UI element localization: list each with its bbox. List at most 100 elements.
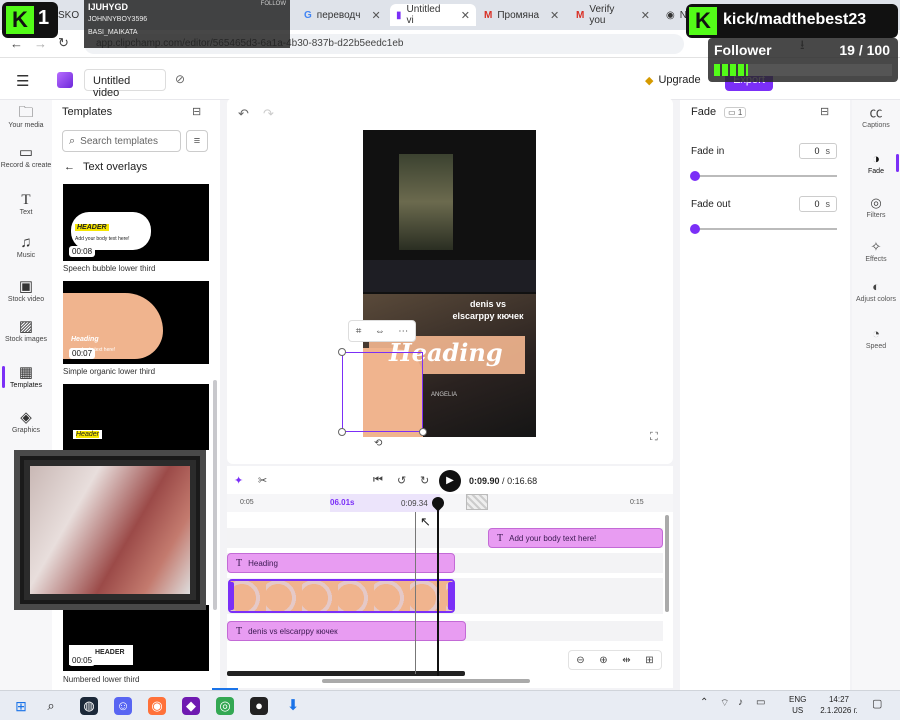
wifi-icon[interactable]: ⌔ <box>720 697 729 710</box>
fullscreen-icon[interactable]: ⛶ <box>650 431 658 444</box>
search-icon[interactable]: ⌕ <box>42 697 60 715</box>
text-clip-heading[interactable]: T Heading <box>227 553 455 573</box>
timeline-scrollbar[interactable] <box>322 679 530 683</box>
firefox-icon[interactable]: ◉ <box>148 697 166 715</box>
collapse-panel-icon[interactable]: ⊟ <box>192 105 201 118</box>
language-indicator[interactable]: ENG US <box>789 694 806 716</box>
right-tool-rail <box>852 100 900 690</box>
template-thumbnail[interactable]: Heading your body text here! 00:07 <box>63 281 209 364</box>
rail-fade-active[interactable]: ◑ Fade <box>852 150 900 175</box>
rail-stock-video[interactable]: ▣ Stock video <box>0 278 52 303</box>
rail-speed[interactable]: ◔ Speed <box>852 325 900 350</box>
zoom-controls: ⊖ ⊕ ⇹ ⊞ <box>568 650 662 670</box>
resize-handle[interactable] <box>338 348 346 356</box>
battery-icon[interactable]: ▭ <box>756 697 765 708</box>
project-title-field[interactable]: Untitled video <box>84 69 166 99</box>
browser-tab[interactable]: M Verify you ✕ <box>570 4 656 26</box>
zoom-out-icon[interactable]: ⊖ <box>576 655 584 666</box>
filter-icon[interactable]: ≡ <box>186 130 208 152</box>
more-icon[interactable]: ⋯ <box>398 326 408 337</box>
reload-icon[interactable]: ↻ <box>58 35 69 51</box>
template-thumbnail[interactable]: HEADER 00:05 <box>63 605 209 671</box>
browser-tab[interactable]: G переводч ✕ <box>298 4 388 26</box>
crop-icon[interactable]: ⌗ <box>356 326 362 337</box>
fade-in-slider-track[interactable] <box>695 175 837 177</box>
scissors-icon[interactable]: ✂ <box>258 474 267 487</box>
clock-date: 2.1.2026 г. <box>820 706 858 715</box>
volume-icon[interactable]: ♪ <box>738 697 743 708</box>
timeline-settings-icon[interactable]: ⊞ <box>645 655 653 666</box>
selection-box[interactable] <box>342 352 423 432</box>
panel-scrollbar[interactable] <box>213 380 217 610</box>
fade-out-slider-knob[interactable] <box>690 224 700 234</box>
rotate-icon[interactable]: ⟲ <box>374 438 382 449</box>
fit-icon[interactable]: ⇔ <box>375 326 385 337</box>
timeline-vertical-scrollbar[interactable] <box>665 515 669 612</box>
clock[interactable]: 14:27 2.1.2026 г. <box>814 694 864 716</box>
close-tab-icon[interactable]: ✕ <box>461 9 470 22</box>
sparkle-icon[interactable]: ✦ <box>234 474 243 487</box>
cloud-off-icon[interactable]: ⊘ <box>175 72 185 86</box>
skip-back-icon[interactable]: ⏮ <box>373 474 383 487</box>
rail-captions[interactable]: ㏄ Captions <box>852 104 900 129</box>
timeline-ruler[interactable] <box>227 494 673 512</box>
rail-music[interactable]: ♫ Music <box>0 234 52 259</box>
rail-filters[interactable]: ◎ Filters <box>852 194 900 219</box>
back-to-category-link[interactable]: ← Text overlays <box>64 161 147 173</box>
text-clip-title[interactable]: T denis vs elscarppy кючек <box>227 621 466 641</box>
chrome-icon[interactable]: ◎ <box>216 697 234 715</box>
discord-icon[interactable]: ☺ <box>114 697 132 715</box>
fade-out-slider-track[interactable] <box>695 228 837 230</box>
hover-line <box>415 512 416 674</box>
redo-icon[interactable]: ↷ <box>263 106 274 122</box>
steam-icon[interactable]: ◍ <box>80 697 98 715</box>
template-thumbnail[interactable]: Header <box>63 384 209 450</box>
notification-icon[interactable]: ▢ <box>872 697 882 710</box>
clip-trim-handle-right[interactable] <box>448 582 454 610</box>
rail-text[interactable]: T Text <box>0 191 52 216</box>
forward-icon[interactable]: ↻ <box>420 474 429 487</box>
close-tab-icon[interactable]: ✕ <box>371 9 380 22</box>
upgrade-button[interactable]: ◆ Upgrade <box>645 70 713 90</box>
resize-handle[interactable] <box>419 428 427 436</box>
app-icon[interactable]: ◆ <box>182 697 200 715</box>
collapse-panel-icon[interactable]: ⊟ <box>820 105 829 118</box>
rail-record-create[interactable]: ▭ Record & create <box>0 144 52 169</box>
fade-out-input[interactable]: 0s <box>799 196 837 212</box>
clip-trim-handle-left[interactable] <box>228 582 234 610</box>
undo-icon[interactable]: ↶ <box>238 106 249 122</box>
obs-icon[interactable]: ● <box>250 697 268 715</box>
folder-icon: 🗀 <box>18 104 34 121</box>
forward-arrow-icon[interactable]: → <box>34 36 47 51</box>
download-app-icon[interactable]: ⬇ <box>284 697 302 715</box>
close-tab-icon[interactable]: ✕ <box>641 9 650 22</box>
resize-handle[interactable] <box>338 428 346 436</box>
tab-label: Untitled vi <box>406 4 441 26</box>
rail-your-media[interactable]: 🗀 Your media <box>0 104 52 129</box>
rewind-icon[interactable]: ↺ <box>397 474 406 487</box>
follower-goal-widget: Follower 19 / 100 <box>708 38 898 82</box>
template-thumbnail[interactable]: HEADER Add your body text here! 00:08 <box>63 184 209 261</box>
rail-effects[interactable]: ✧ Effects <box>852 238 900 263</box>
text-clip-body[interactable]: T Add your body text here! <box>488 528 663 548</box>
rail-stock-images[interactable]: ▨ Stock images <box>0 318 52 343</box>
zoom-in-icon[interactable]: ⊕ <box>599 655 607 666</box>
playhead[interactable] <box>437 500 439 676</box>
browser-tab-active[interactable]: ▮ Untitled vi ✕ <box>390 4 476 26</box>
search-templates-input[interactable]: ⌕ Search templates <box>62 130 181 152</box>
graphic-clip-selected[interactable] <box>228 579 455 613</box>
rail-adjust-colors[interactable]: ◐ Adjust colors <box>852 278 900 303</box>
play-button[interactable]: ▶ <box>439 470 461 492</box>
chevron-up-icon[interactable]: ⌃ <box>700 697 708 708</box>
browser-tab[interactable]: M Промяна ✕ <box>478 4 564 26</box>
rail-templates[interactable]: ▦ Templates <box>0 364 52 389</box>
rail-graphics[interactable]: ◈ Graphics <box>0 409 52 434</box>
rail-label: Filters <box>866 212 886 219</box>
hamburger-menu-icon[interactable]: ☰ <box>16 72 29 90</box>
windows-start-icon[interactable]: ⊞ <box>12 697 30 715</box>
back-arrow-icon[interactable]: ← <box>10 36 23 51</box>
fit-timeline-icon[interactable]: ⇹ <box>622 655 630 666</box>
close-tab-icon[interactable]: ✕ <box>550 9 559 22</box>
fade-in-slider-knob[interactable] <box>690 171 700 181</box>
fade-in-input[interactable]: 0s <box>799 143 837 159</box>
